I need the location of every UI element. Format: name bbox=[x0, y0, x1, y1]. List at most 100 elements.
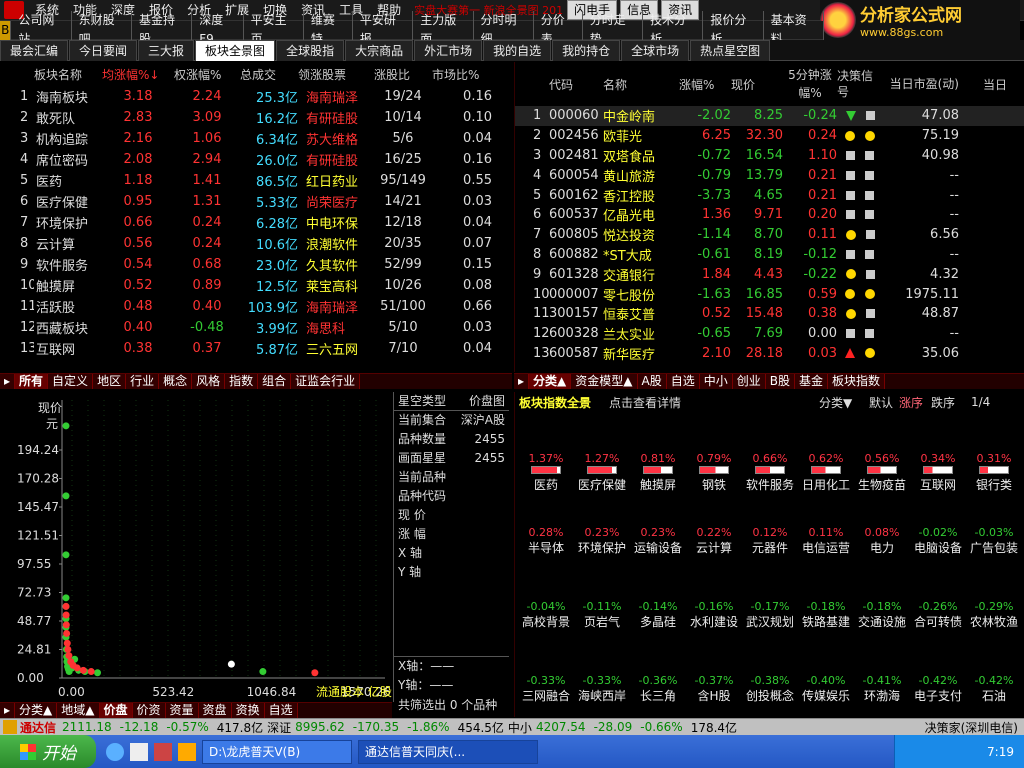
tab-6[interactable]: 外汇市场 bbox=[414, 39, 483, 61]
category-tab[interactable]: 概念 bbox=[159, 374, 193, 389]
category-tab[interactable]: 分类▲ bbox=[529, 374, 572, 389]
table-row[interactable]: 10 000007 零七股份 -1.63 16.85 0.59 1975.11 bbox=[515, 284, 1024, 304]
table-row[interactable]: 7 环境保护 0.66 0.24 6.28亿 中电环保 12/18 0.04 bbox=[0, 212, 510, 233]
category-tab[interactable]: B股 bbox=[765, 374, 795, 389]
tab-scroll-arrow-icon[interactable]: ▸ bbox=[514, 374, 530, 389]
tab-2[interactable]: 三大报 bbox=[138, 39, 195, 61]
table-row[interactable]: 8 云计算 0.56 0.24 10.6亿 浪潮软件 20/35 0.07 bbox=[0, 233, 510, 254]
col-change[interactable]: 涨幅% bbox=[679, 76, 731, 93]
category-tab[interactable]: 风格 bbox=[192, 374, 226, 389]
col-today[interactable]: 当日 bbox=[959, 76, 1007, 93]
table-row[interactable]: 5 医药 1.18 1.41 86.5亿 红日药业 95/149 0.55 bbox=[0, 170, 510, 191]
tab-1[interactable]: 今日要闻 bbox=[69, 39, 138, 61]
col-pe[interactable]: 当日市盈(动) bbox=[883, 76, 959, 92]
grid-hint[interactable]: 点击查看详情 bbox=[609, 394, 819, 411]
category-tab[interactable]: 价资 bbox=[132, 703, 166, 718]
col-avg-change[interactable]: 均涨幅%↓ bbox=[102, 66, 174, 83]
sector-cell[interactable]: -0.14% 多晶硅 bbox=[629, 600, 687, 630]
category-tab[interactable]: 资换 bbox=[231, 703, 265, 718]
col-up-ratio[interactable]: 涨股比 bbox=[374, 66, 432, 83]
sector-cell[interactable]: -0.40% 传媒娱乐 bbox=[797, 674, 855, 704]
table-row[interactable]: 11 活跃股 0.48 0.40 103.9亿 海南瑞泽 51/100 0.66 bbox=[0, 296, 510, 317]
table-row[interactable]: 1 000060 中金岭南 -2.02 8.25 -0.24 47.08 bbox=[515, 106, 1024, 126]
sector-cell[interactable]: 0.12% 元器件 bbox=[741, 526, 799, 556]
table-row[interactable]: 1 海南板块 3.18 2.24 25.3亿 海南瑞泽 19/24 0.16 bbox=[0, 86, 510, 107]
sector-cell[interactable]: -0.33% 三网融合 bbox=[517, 674, 575, 704]
tab-scroll-arrow-icon[interactable]: ▸ bbox=[0, 703, 16, 718]
table-row[interactable]: 6 600537 亿晶光电 1.36 9.71 0.20 -- bbox=[515, 205, 1024, 225]
category-tab[interactable]: 指数 bbox=[225, 374, 259, 389]
tab-3[interactable]: 板块全景图 bbox=[195, 39, 276, 61]
table-row[interactable]: 7 600805 悦达投资 -1.14 8.70 0.11 6.56 bbox=[515, 225, 1024, 245]
grid-sort-dropdown[interactable]: 分类▼ bbox=[819, 394, 869, 411]
sector-cell[interactable]: -0.38% 创投概念 bbox=[741, 674, 799, 704]
sector-cell[interactable]: 0.31% 银行类 bbox=[965, 452, 1023, 493]
sector-cell[interactable]: -0.33% 海峡西岸 bbox=[573, 674, 631, 704]
quicklaunch-icon[interactable] bbox=[154, 742, 172, 761]
sector-cell[interactable]: 0.56% 生物疫苗 bbox=[853, 452, 911, 493]
table-row[interactable]: 10 触摸屏 0.52 0.89 12.5亿 莱宝高科 10/26 0.08 bbox=[0, 275, 510, 296]
category-tab[interactable]: 行业 bbox=[126, 374, 160, 389]
col-turnover[interactable]: 总成交 bbox=[240, 66, 298, 83]
taskbar-item[interactable]: D:\龙虎普天V(B) bbox=[202, 739, 352, 764]
category-tab[interactable]: 证监会行业 bbox=[291, 374, 361, 389]
sector-cell[interactable]: -0.18% 交通设施 bbox=[853, 600, 911, 630]
table-row[interactable]: 12 西藏板块 0.40 -0.48 3.99亿 海思科 5/10 0.03 bbox=[0, 317, 510, 338]
category-tab[interactable]: 自定义 bbox=[48, 374, 94, 389]
sort-down-button[interactable]: 跌序 bbox=[931, 394, 971, 411]
category-tab[interactable]: 中小 bbox=[699, 374, 733, 389]
sector-cell[interactable]: 0.81% 触摸屏 bbox=[629, 452, 687, 493]
col-weighted-change[interactable]: 权涨幅% bbox=[174, 66, 240, 83]
category-tab[interactable]: 所有 bbox=[15, 374, 49, 389]
category-tab[interactable]: 资量 bbox=[165, 703, 199, 718]
category-tab[interactable]: 地域▲ bbox=[57, 703, 100, 718]
sector-cell[interactable]: 1.27% 医疗保健 bbox=[573, 452, 631, 493]
category-tab[interactable]: 创业 bbox=[732, 374, 766, 389]
category-tab[interactable]: 资金模型▲ bbox=[571, 374, 638, 389]
category-tab[interactable]: 分类▲ bbox=[15, 703, 58, 718]
table-row[interactable]: 2 002456 欧菲光 6.25 32.30 0.24 75.19 bbox=[515, 126, 1024, 146]
sector-cell[interactable]: -0.16% 水利建设 bbox=[685, 600, 743, 630]
sector-cell[interactable]: -0.03% 广告包装 bbox=[965, 526, 1023, 556]
sector-cell[interactable]: 0.34% 互联网 bbox=[909, 452, 967, 493]
category-tab[interactable]: 价盘 bbox=[99, 703, 133, 718]
sector-cell[interactable]: -0.18% 铁路基建 bbox=[797, 600, 855, 630]
sector-cell[interactable]: 0.79% 钢铁 bbox=[685, 452, 743, 493]
col-5min-change[interactable]: 5分钟涨幅% bbox=[783, 66, 837, 102]
sector-cell[interactable]: 0.66% 软件服务 bbox=[741, 452, 799, 493]
table-row[interactable]: 4 600054 黄山旅游 -0.79 13.79 0.21 -- bbox=[515, 165, 1024, 185]
sector-cell[interactable]: 0.23% 运输设备 bbox=[629, 526, 687, 556]
category-tab[interactable]: 自选 bbox=[666, 374, 700, 389]
sector-cell[interactable]: 0.62% 日用化工 bbox=[797, 452, 855, 493]
tab-9[interactable]: 全球市场 bbox=[621, 39, 690, 61]
ie-icon[interactable] bbox=[106, 742, 124, 761]
tab-10[interactable]: 热点星空图 bbox=[690, 39, 771, 61]
quicklaunch-icon[interactable] bbox=[130, 742, 148, 761]
table-row[interactable]: 8 600882 *ST大成 -0.61 8.19 -0.12 -- bbox=[515, 245, 1024, 265]
col-name[interactable]: 名称 bbox=[603, 76, 679, 93]
table-row[interactable]: 13 600587 新华医疗 2.10 28.18 0.03 35.06 bbox=[515, 344, 1024, 364]
tab-0[interactable]: 最会汇编 bbox=[0, 39, 69, 61]
table-row[interactable]: 2 敢死队 2.83 3.09 16.2亿 有研硅股 10/14 0.10 bbox=[0, 107, 510, 128]
taskbar-item[interactable]: 通达信普天同庆(... bbox=[358, 739, 538, 764]
tab-5[interactable]: 大宗商品 bbox=[345, 39, 414, 61]
table-row[interactable]: 3 机构追踪 2.16 1.06 6.34亿 苏大维格 5/6 0.04 bbox=[0, 128, 510, 149]
sector-cell[interactable]: -0.17% 武汉规划 bbox=[741, 600, 799, 630]
sh-index[interactable]: 2111.18 bbox=[62, 720, 112, 734]
zx-index[interactable]: 4207.54 bbox=[536, 720, 586, 734]
sort-up-button[interactable]: 涨序 bbox=[899, 394, 931, 411]
table-row[interactable]: 5 600162 香江控股 -3.73 4.65 0.21 -- bbox=[515, 185, 1024, 205]
sector-cell[interactable]: 0.28% 半导体 bbox=[517, 526, 575, 556]
table-row[interactable]: 12 600328 兰太实业 -0.65 7.69 0.00 -- bbox=[515, 324, 1024, 344]
sort-default-button[interactable]: 默认 bbox=[869, 394, 899, 411]
col-signal[interactable]: 决策信号 bbox=[837, 68, 883, 100]
sector-cell[interactable]: 0.23% 环境保护 bbox=[573, 526, 631, 556]
quicklaunch-icon[interactable] bbox=[178, 742, 196, 761]
tab-8[interactable]: 我的持仓 bbox=[552, 39, 621, 61]
col-sector-name[interactable]: 板块名称 bbox=[34, 66, 102, 83]
sector-cell[interactable]: 0.08% 电力 bbox=[853, 526, 911, 556]
col-leader[interactable]: 领涨股票 bbox=[298, 66, 374, 83]
star-map-chart[interactable]: 现价元 194.24 170.28 145.47 121.51 97.55 72.73 48.… bbox=[0, 390, 392, 702]
category-tab[interactable]: 自选 bbox=[264, 703, 298, 718]
start-button[interactable]: 开始 bbox=[0, 735, 96, 768]
